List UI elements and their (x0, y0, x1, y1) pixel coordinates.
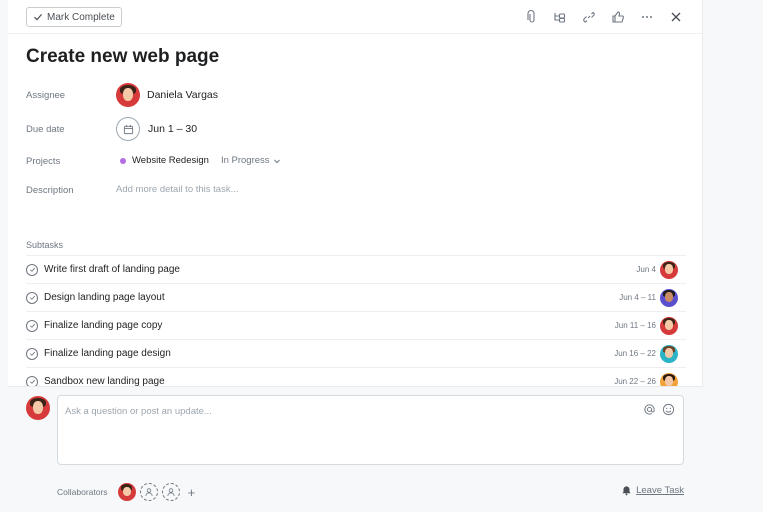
due-date-label: Due date (26, 124, 65, 135)
project-tag: Website Redesign In Progress (120, 155, 281, 166)
close-icon[interactable] (667, 8, 685, 26)
mark-complete-button[interactable]: Mark Complete (26, 7, 122, 27)
list-item[interactable]: Finalize landing page design Jun 16 – 22 (26, 339, 686, 367)
subtask-date: Jun 22 – 26 (614, 377, 656, 386)
project-name[interactable]: Website Redesign (132, 155, 209, 166)
due-date-field[interactable]: Jun 1 – 30 (116, 117, 197, 141)
background-panel (704, 0, 763, 512)
assignee-label: Assignee (26, 90, 66, 101)
like-icon[interactable] (609, 8, 627, 26)
list-item[interactable]: Design landing page layout Jun 4 – 11 (26, 283, 686, 311)
emoji-icon[interactable] (661, 402, 675, 416)
add-collaborator-button[interactable]: + (188, 485, 196, 500)
avatar[interactable] (660, 288, 678, 307)
comment-section: Ask a question or post an update... Coll… (8, 386, 703, 512)
list-item[interactable]: Finalize landing page copy Jun 11 – 16 (26, 311, 686, 339)
toolbar-actions (522, 8, 685, 26)
subtask-icon[interactable] (551, 8, 569, 26)
complete-check-icon[interactable] (26, 263, 38, 276)
description-input[interactable]: Add more detail to this task... (116, 184, 239, 195)
avatar[interactable] (660, 344, 678, 363)
chevron-down-icon (273, 159, 280, 163)
empty-collaborator-icon[interactable] (139, 483, 158, 501)
subtask-date: Jun 4 – 11 (619, 293, 656, 302)
complete-check-icon[interactable] (26, 319, 38, 332)
task-detail-panel: Mark Complete Create new web page Assign… (8, 0, 703, 512)
complete-check-icon[interactable] (26, 291, 38, 304)
subtask-name: Design landing page layout (44, 292, 165, 303)
mark-complete-label: Mark Complete (47, 11, 115, 23)
avatar[interactable] (660, 260, 678, 279)
due-date-value: Jun 1 – 30 (148, 123, 198, 135)
avatar[interactable] (117, 483, 136, 501)
check-icon (34, 14, 43, 21)
link-icon[interactable] (580, 8, 598, 26)
assignee-name: Daniela Vargas (147, 89, 219, 101)
attachment-icon[interactable] (522, 8, 540, 26)
project-status-label: In Progress (220, 155, 270, 166)
project-status-dropdown[interactable]: In Progress (221, 155, 281, 166)
task-title[interactable]: Create new web page (26, 46, 219, 68)
collaborators-bar: Collaborators + (57, 483, 195, 501)
project-color-dot (120, 157, 126, 164)
avatar[interactable] (660, 316, 678, 335)
complete-check-icon[interactable] (26, 347, 38, 360)
empty-collaborator-icon[interactable] (161, 483, 180, 501)
subtask-name: Finalize landing page copy (44, 320, 163, 331)
avatar (116, 83, 140, 107)
calendar-icon (116, 117, 140, 141)
collaborators-label: Collaborators (57, 487, 108, 497)
leave-task-label: Leave Task (636, 485, 684, 496)
subtask-date: Jun 11 – 16 (614, 321, 656, 330)
more-icon[interactable] (638, 8, 656, 26)
task-toolbar: Mark Complete (8, 0, 703, 34)
subtask-name: Write first draft of landing page (44, 264, 180, 275)
mention-icon[interactable] (642, 402, 656, 416)
subtask-list: Write first draft of landing page Jun 4 … (26, 255, 686, 395)
leave-task-button[interactable]: Leave Task (621, 485, 684, 496)
subtask-date: Jun 16 – 22 (614, 349, 656, 358)
subtask-date: Jun 4 (636, 265, 656, 274)
assignee-field[interactable]: Daniela Vargas (116, 83, 218, 107)
description-label: Description (26, 185, 74, 196)
bell-icon (622, 486, 631, 496)
avatar (26, 396, 50, 420)
comment-placeholder: Ask a question or post an update... (65, 406, 212, 417)
subtask-name: Finalize landing page design (44, 348, 171, 359)
list-item[interactable]: Write first draft of landing page Jun 4 (26, 255, 686, 283)
comment-input[interactable]: Ask a question or post an update... (57, 395, 684, 465)
projects-label: Projects (26, 156, 61, 167)
subtasks-label: Subtasks (26, 240, 64, 250)
